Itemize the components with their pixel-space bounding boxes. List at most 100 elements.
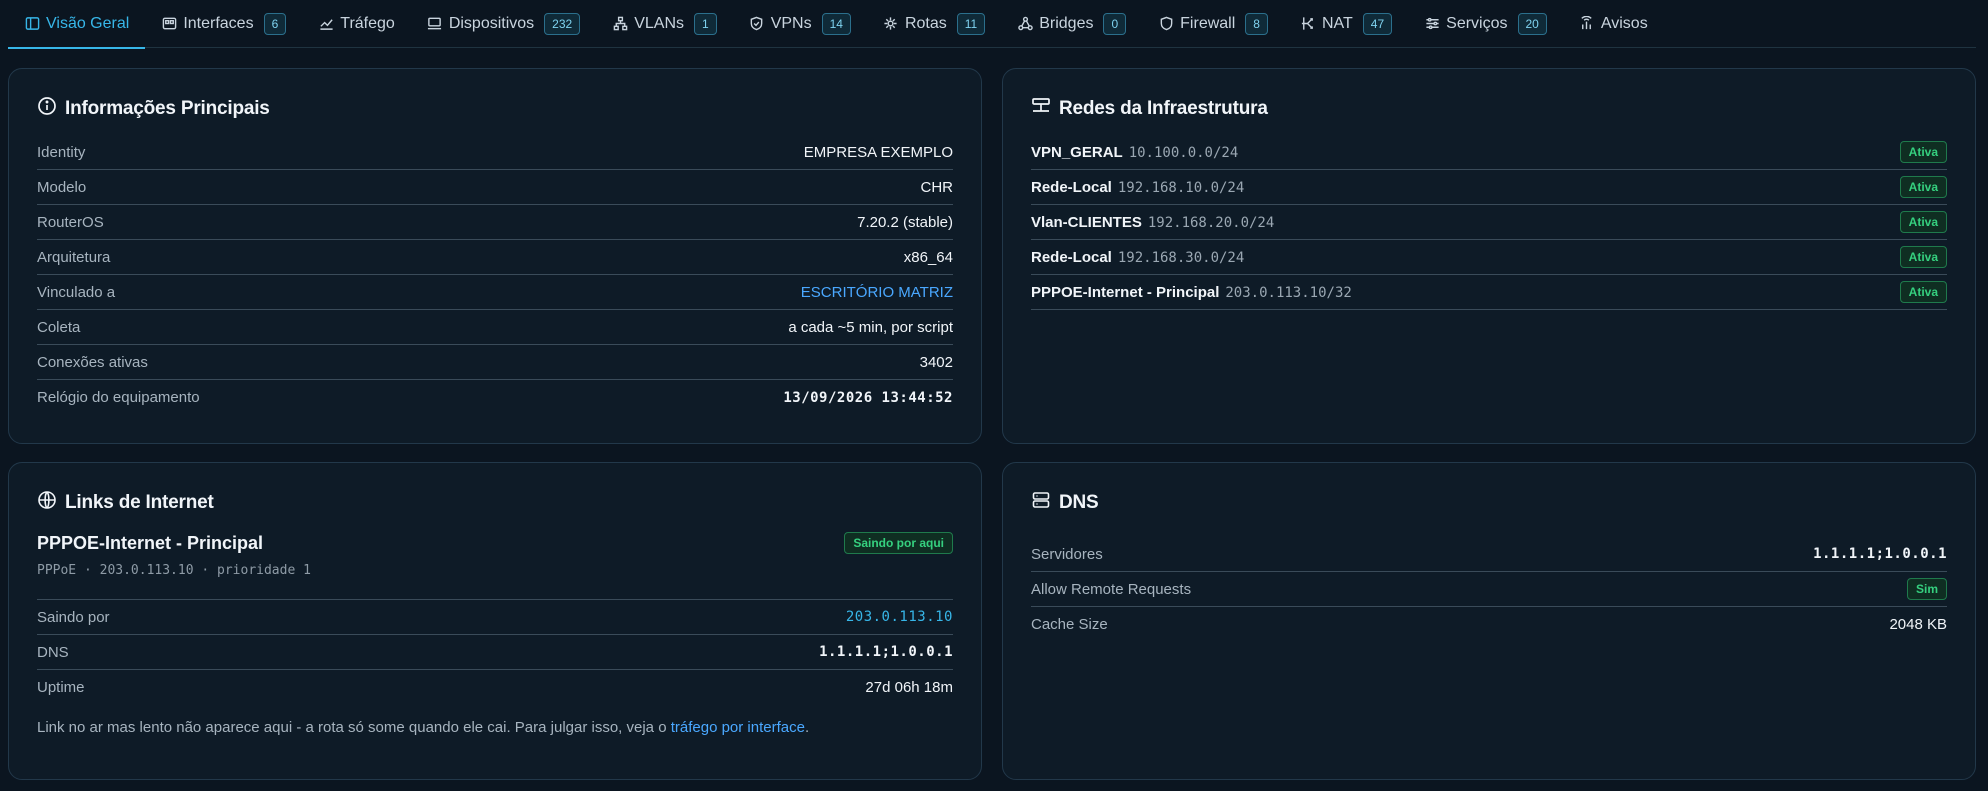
info-row-conexoes: Conexões ativas 3402: [37, 345, 953, 380]
vlans-icon: [612, 16, 628, 32]
network-row: Vlan-CLIENTES 192.168.20.0/24 Ativa: [1031, 205, 1947, 240]
traffic-icon: [318, 16, 334, 32]
network-id: Rede-Local 192.168.10.0/24: [1031, 179, 1244, 196]
row-value: 203.0.113.10: [845, 609, 953, 625]
network-cidr: 203.0.113.10/32: [1225, 284, 1352, 301]
bridges-icon: [1017, 16, 1033, 32]
network-cidr: 192.168.20.0/24: [1147, 214, 1275, 231]
row-label: DNS: [37, 643, 69, 661]
count-badge: 1: [694, 12, 717, 35]
globe-icon: [37, 490, 57, 516]
row-label: Conexões ativas: [37, 353, 148, 371]
interfaces-icon: [161, 16, 177, 32]
row-value: 13/09/2026 13:44:52: [783, 389, 953, 406]
network-cidr: 10.100.0.0/24: [1128, 144, 1239, 161]
tab-label: Visão Geral: [46, 14, 130, 32]
nat-icon: [1300, 16, 1316, 32]
networks-card: Redes da Infraestrutura VPN_GERAL 10.100.…: [1002, 68, 1976, 444]
tab-bar: Visão Geral Interfaces 6 Tráfego Disposi…: [8, 0, 1976, 49]
tab-vpns[interactable]: VPNs 14: [733, 2, 867, 46]
row-label: Servidores: [1031, 545, 1103, 563]
link-note: Link no ar mas lento não aparece aqui - …: [37, 719, 953, 736]
tab-avisos[interactable]: Avisos: [1563, 2, 1664, 46]
row-value: 27d 06h 18m: [865, 679, 953, 696]
card-title-text: DNS: [1059, 492, 1099, 513]
network-name: PPPOE-Internet - Principal: [1031, 283, 1220, 301]
row-value: x86_64: [903, 248, 953, 266]
tab-firewall[interactable]: Firewall 8: [1142, 2, 1284, 46]
row-label: Relógio do equipamento: [37, 389, 200, 406]
routes-icon: [883, 16, 899, 32]
info-row-relogio: Relógio do equipamento 13/09/2026 13:44:…: [37, 380, 953, 415]
links-card: Links de Internet PPPOE-Internet - Princ…: [8, 462, 982, 780]
info-row-routeros: RouterOS 7.20.2 (stable): [37, 205, 953, 240]
row-label: Allow Remote Requests: [1031, 580, 1192, 598]
tab-label: Rotas: [904, 14, 947, 32]
tab-bridges[interactable]: Bridges 0: [1001, 2, 1142, 46]
tab-vlans[interactable]: VLANs 1: [596, 2, 732, 46]
network-name: Vlan-CLIENTES: [1031, 213, 1142, 231]
row-label: Cache Size: [1031, 616, 1108, 633]
server-icon: [1031, 490, 1051, 516]
card-title-text: Redes da Infraestrutura: [1059, 98, 1268, 119]
network-icon: [1031, 96, 1051, 122]
count-badge: 0: [1103, 12, 1127, 35]
network-cidr: 192.168.30.0/24: [1117, 249, 1245, 266]
row-label: Saindo por: [37, 608, 110, 626]
tab-label: NAT: [1321, 14, 1353, 32]
vinculado-link[interactable]: ESCRITÓRIO MATRIZ: [801, 284, 953, 301]
row-label: Arquitetura: [37, 248, 111, 266]
count-badge: 14: [821, 12, 851, 35]
dns-row-servidores: Servidores 1.1.1.1;1.0.0.1: [1031, 537, 1947, 572]
count-badge: 20: [1517, 12, 1547, 35]
network-name: Rede-Local: [1031, 178, 1112, 196]
tab-interfaces[interactable]: Interfaces 6: [145, 2, 302, 46]
network-id: Rede-Local 192.168.30.0/24: [1031, 249, 1244, 266]
tab-servicos[interactable]: Serviços 20: [1408, 2, 1563, 46]
note-end: .: [804, 719, 810, 736]
info-icon: [37, 96, 57, 122]
tab-trafego[interactable]: Tráfego: [302, 2, 411, 46]
network-row: Rede-Local 192.168.30.0/24 Ativa: [1031, 240, 1947, 275]
row-value: a cada ~5 min, por script: [788, 318, 953, 336]
services-icon: [1424, 16, 1440, 32]
network-name: Rede-Local: [1031, 248, 1112, 266]
info-row-modelo: Modelo CHR: [37, 170, 953, 205]
tab-rotas[interactable]: Rotas 11: [867, 2, 1001, 46]
tab-label: Avisos: [1600, 14, 1648, 32]
info-card-title: Informações Principais: [37, 95, 953, 123]
status-badge: Ativa: [1899, 141, 1947, 163]
count-badge: 6: [263, 12, 287, 35]
network-row: Rede-Local 192.168.10.0/24 Ativa: [1031, 170, 1947, 205]
info-row-arquitetura: Arquitetura x86_64: [37, 240, 953, 275]
alerts-icon: [1579, 16, 1595, 32]
row-value: 1.1.1.1;1.0.0.1: [819, 644, 953, 660]
status-badge: Ativa: [1899, 211, 1947, 233]
tab-nat[interactable]: NAT 47: [1284, 2, 1408, 46]
dns-card: DNS Servidores 1.1.1.1;1.0.0.1 Allow Rem…: [1002, 462, 1976, 780]
firewall-icon: [1158, 16, 1174, 32]
status-badge: Ativa: [1899, 281, 1947, 303]
row-value: 7.20.2 (stable): [857, 213, 953, 231]
row-label: Identity: [37, 143, 86, 161]
dns-row-cache: Cache Size 2048 KB: [1031, 607, 1947, 642]
row-label: Uptime: [37, 679, 85, 696]
network-id: VPN_GERAL 10.100.0.0/24: [1031, 144, 1238, 161]
row-value: 2048 KB: [1889, 616, 1947, 633]
devices-icon: [427, 16, 443, 32]
network-row: PPPOE-Internet - Principal 203.0.113.10/3…: [1031, 275, 1947, 310]
traffic-link[interactable]: tráfego por interface: [671, 719, 805, 736]
link-row-uptime: Uptime 27d 06h 18m: [37, 670, 953, 705]
tab-dispositivos[interactable]: Dispositivos 232: [411, 2, 596, 46]
dns-row-remote: Allow Remote Requests Sim: [1031, 572, 1947, 607]
row-value: CHR: [920, 178, 954, 196]
row-label: Coleta: [37, 318, 81, 336]
status-badge: Ativa: [1899, 246, 1947, 268]
link-meta: PPPoE · 203.0.113.10 · prioridade 1: [37, 563, 311, 578]
link-name: PPPOE-Internet - Principal: [37, 532, 264, 553]
row-value: 1.1.1.1;1.0.0.1: [1813, 546, 1947, 562]
tab-visao-geral[interactable]: Visão Geral: [8, 2, 146, 49]
row-label: Vinculado a: [37, 283, 116, 301]
link-header: PPPOE-Internet - Principal Saindo por aq…: [37, 529, 953, 557]
tab-label: VPNs: [770, 14, 812, 32]
